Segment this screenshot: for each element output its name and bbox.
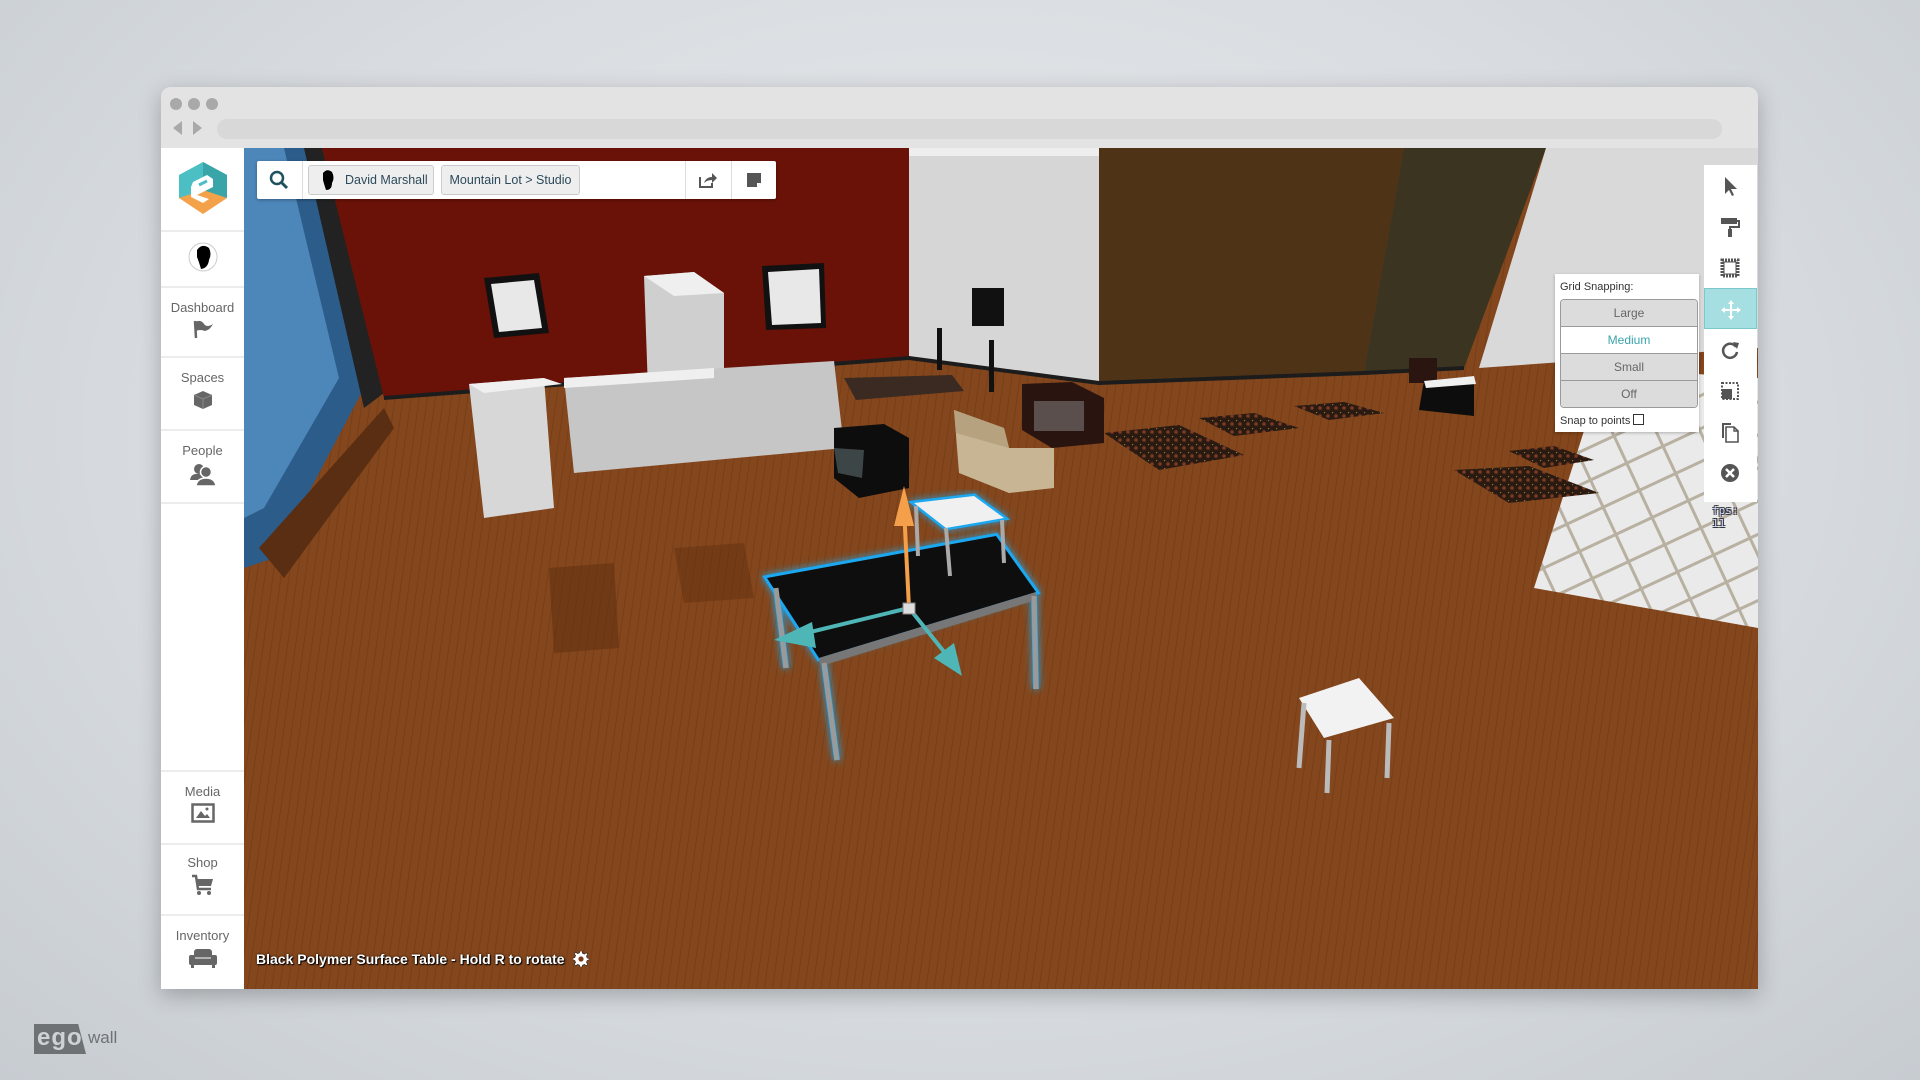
fps-counter: fps: 11 bbox=[1712, 504, 1739, 530]
grid-snapping-title: Grid Snapping: bbox=[1560, 281, 1634, 293]
rotate-icon bbox=[1721, 342, 1739, 359]
sidebar-item-label: Inventory bbox=[175, 928, 230, 943]
snap-option-off[interactable]: Off bbox=[1561, 381, 1697, 407]
brown-wall bbox=[1099, 148, 1404, 383]
address-bar[interactable] bbox=[217, 119, 1722, 139]
share-button[interactable] bbox=[685, 161, 731, 199]
sidebar-item-label: People bbox=[182, 443, 223, 458]
gear-icon[interactable] bbox=[572, 950, 589, 968]
sidebar-item-dashboard[interactable]: Dashboard bbox=[161, 288, 244, 358]
select-tool-button[interactable] bbox=[1704, 165, 1757, 206]
room-scene bbox=[244, 148, 1758, 989]
cursor-icon bbox=[1725, 177, 1737, 196]
cart-icon bbox=[191, 874, 213, 895]
sidebar-avatar[interactable] bbox=[161, 232, 244, 288]
avatar-icon bbox=[323, 170, 334, 190]
scale-tool-button[interactable] bbox=[1704, 370, 1757, 411]
selection-status: Black Polymer Surface Table - Hold R to … bbox=[256, 950, 589, 968]
sidebar-item-label: Media bbox=[184, 784, 221, 799]
cube-icon bbox=[193, 391, 212, 409]
user-chip[interactable]: David Marshall bbox=[308, 165, 434, 195]
scale-icon bbox=[1721, 382, 1739, 400]
sidebar-item-label: Shop bbox=[187, 855, 218, 870]
sidebar-item-media[interactable]: Media bbox=[161, 770, 244, 845]
share-icon bbox=[699, 173, 717, 188]
watermark-ego: ego bbox=[34, 1024, 86, 1054]
top-bar: David Marshall Mountain Lot > Studio bbox=[257, 161, 776, 199]
user-name: David Marshall bbox=[345, 173, 428, 187]
tool-palette bbox=[1704, 165, 1757, 502]
paint-roller-icon bbox=[1721, 218, 1740, 237]
image-icon bbox=[190, 803, 215, 823]
location-breadcrumb[interactable]: Mountain Lot > Studio bbox=[441, 165, 580, 195]
avatar-icon bbox=[188, 242, 217, 272]
people-icon bbox=[189, 464, 217, 486]
snap-option-large[interactable]: Large bbox=[1561, 300, 1697, 327]
back-arrow-icon[interactable] bbox=[173, 121, 182, 135]
duplicate-tool-button[interactable] bbox=[1704, 411, 1757, 452]
note-icon bbox=[747, 173, 761, 187]
snap-option-medium[interactable]: Medium bbox=[1561, 327, 1697, 354]
window-close-dot[interactable] bbox=[170, 98, 182, 110]
browser-chrome bbox=[161, 87, 1758, 149]
sidebar: Dashboard Spaces People Media Shop Inven… bbox=[161, 148, 245, 989]
browser-window: Dashboard Spaces People Media Shop Inven… bbox=[161, 87, 1758, 989]
sidebar-item-spaces[interactable]: Spaces bbox=[161, 358, 244, 431]
sidebar-item-label: Spaces bbox=[180, 370, 225, 385]
app: Dashboard Spaces People Media Shop Inven… bbox=[161, 148, 1758, 989]
delete-tool-button[interactable] bbox=[1704, 452, 1757, 493]
grid-snapping-options: Large Medium Small Off bbox=[1560, 299, 1698, 408]
selection-status-text: Black Polymer Surface Table - Hold R to … bbox=[256, 951, 565, 967]
sidebar-item-label: Dashboard bbox=[170, 300, 235, 315]
snap-to-points-toggle[interactable]: Snap to points bbox=[1560, 414, 1645, 427]
sidebar-item-people[interactable]: People bbox=[161, 431, 244, 504]
move-tool-button[interactable] bbox=[1704, 288, 1757, 329]
snap-to-points-label: Snap to points bbox=[1560, 415, 1631, 427]
delete-icon bbox=[1721, 464, 1739, 482]
gizmo-center bbox=[902, 602, 916, 615]
forward-arrow-icon[interactable] bbox=[193, 121, 202, 135]
search-icon bbox=[269, 170, 289, 190]
sofa-icon bbox=[188, 949, 217, 968]
sidebar-item-shop[interactable]: Shop bbox=[161, 843, 244, 916]
paint-tool-button[interactable] bbox=[1704, 206, 1757, 247]
grid-snapping-panel: Grid Snapping: Large Medium Small Off Sn… bbox=[1555, 274, 1699, 432]
search-button[interactable] bbox=[257, 161, 303, 199]
snap-option-small[interactable]: Small bbox=[1561, 354, 1697, 381]
snap-to-points-checkbox[interactable] bbox=[1633, 414, 1645, 425]
flag-icon bbox=[193, 320, 213, 339]
frame-tool-button[interactable] bbox=[1704, 247, 1757, 288]
rotate-tool-button[interactable] bbox=[1704, 329, 1757, 370]
move-icon bbox=[1721, 300, 1741, 320]
copy-icon bbox=[1722, 423, 1739, 443]
frame-icon bbox=[1720, 258, 1740, 278]
window-maximize-dot[interactable] bbox=[206, 98, 218, 110]
notes-button[interactable] bbox=[731, 161, 777, 199]
3d-viewport[interactable]: David Marshall Mountain Lot > Studio Gri… bbox=[244, 148, 1758, 989]
ego-logo-icon bbox=[178, 162, 227, 214]
sidebar-logo[interactable] bbox=[161, 148, 244, 232]
watermark-wall: wall bbox=[88, 1028, 118, 1047]
sidebar-item-inventory[interactable]: Inventory bbox=[161, 916, 244, 987]
window-minimize-dot[interactable] bbox=[188, 98, 200, 110]
